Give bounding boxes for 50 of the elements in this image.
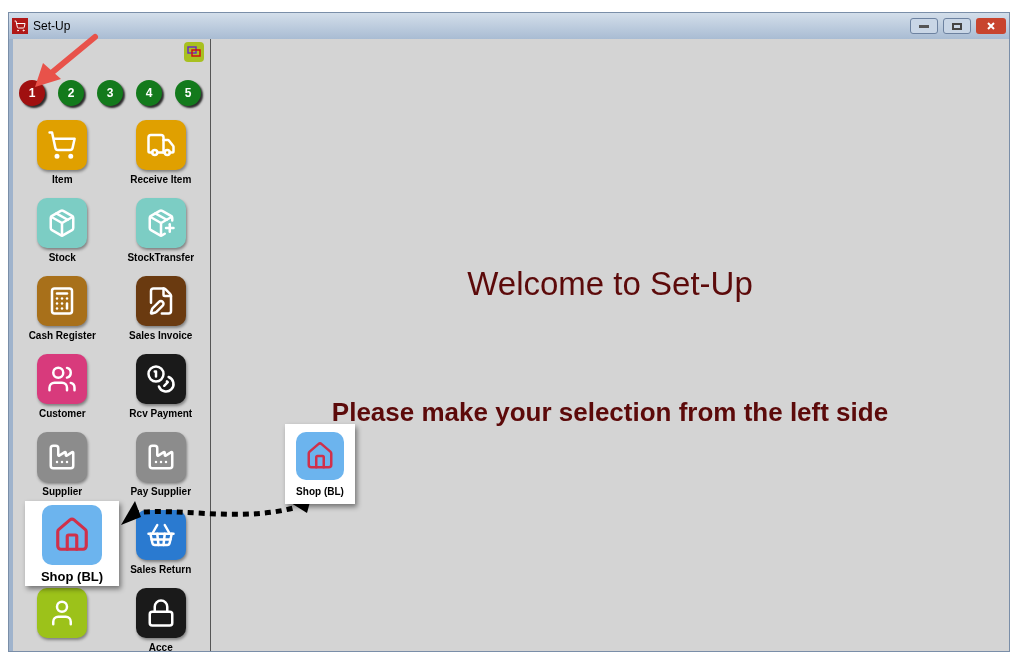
module-tile[interactable]	[135, 120, 186, 170]
close-icon	[987, 22, 995, 30]
module-label: Pay Supplier	[130, 486, 192, 498]
module-tile[interactable]	[135, 510, 186, 560]
house-icon	[305, 441, 335, 471]
module-tile[interactable]	[135, 354, 186, 404]
shop-label: Shop (BL)	[40, 567, 104, 586]
module-label: StockTransfer	[127, 252, 195, 264]
coins-icon	[145, 364, 176, 394]
module-tile[interactable]	[135, 276, 186, 326]
welcome-subtitle: Please make your selection from the left side	[331, 395, 889, 429]
maximize-button[interactable]	[943, 18, 971, 34]
module-label: Sales Invoice	[129, 330, 193, 342]
shop-tile[interactable]	[42, 505, 102, 565]
module-tile[interactable]	[135, 198, 186, 248]
module-tile[interactable]	[135, 432, 186, 482]
module-label: Supplier	[42, 486, 83, 498]
welcome-title: Welcome to Set-Up	[467, 264, 753, 304]
module-tile[interactable]	[37, 198, 88, 248]
people-icon	[47, 364, 78, 394]
close-button[interactable]	[976, 18, 1006, 34]
cart-icon	[47, 130, 78, 160]
windows-icon[interactable]	[184, 42, 204, 62]
module-label: Receive Item	[130, 174, 192, 186]
page-button[interactable]: 3	[97, 80, 123, 106]
boxes-icon	[47, 208, 78, 238]
module-tile[interactable]	[37, 276, 88, 326]
module-tile[interactable]	[37, 588, 88, 638]
module-tile[interactable]	[37, 120, 88, 170]
window-title: Set-Up	[33, 18, 71, 35]
minimize-button[interactable]	[910, 18, 938, 34]
module-tile[interactable]	[37, 354, 88, 404]
shop-label: Shop (BL)	[296, 485, 344, 499]
module-tile[interactable]	[135, 588, 186, 638]
page-button[interactable]: 1	[19, 80, 45, 106]
module-label: Sales Return	[130, 564, 192, 576]
module-label: Stock	[48, 252, 76, 264]
page-button[interactable]: 4	[136, 80, 162, 106]
module-label: Item	[51, 174, 73, 186]
module-label: Acce	[148, 642, 173, 651]
module-label: Customer	[38, 408, 86, 420]
module-label: Cash Register	[28, 330, 96, 342]
factory-icon	[47, 442, 78, 472]
cart-logo-icon	[12, 18, 28, 34]
shop-tile[interactable]	[296, 432, 344, 480]
module-tile[interactable]	[37, 432, 88, 482]
module-label: Rcv Payment	[129, 408, 193, 420]
page-button[interactable]: 2	[58, 80, 84, 106]
house-icon	[53, 515, 91, 554]
page-button[interactable]: 5	[175, 80, 201, 106]
